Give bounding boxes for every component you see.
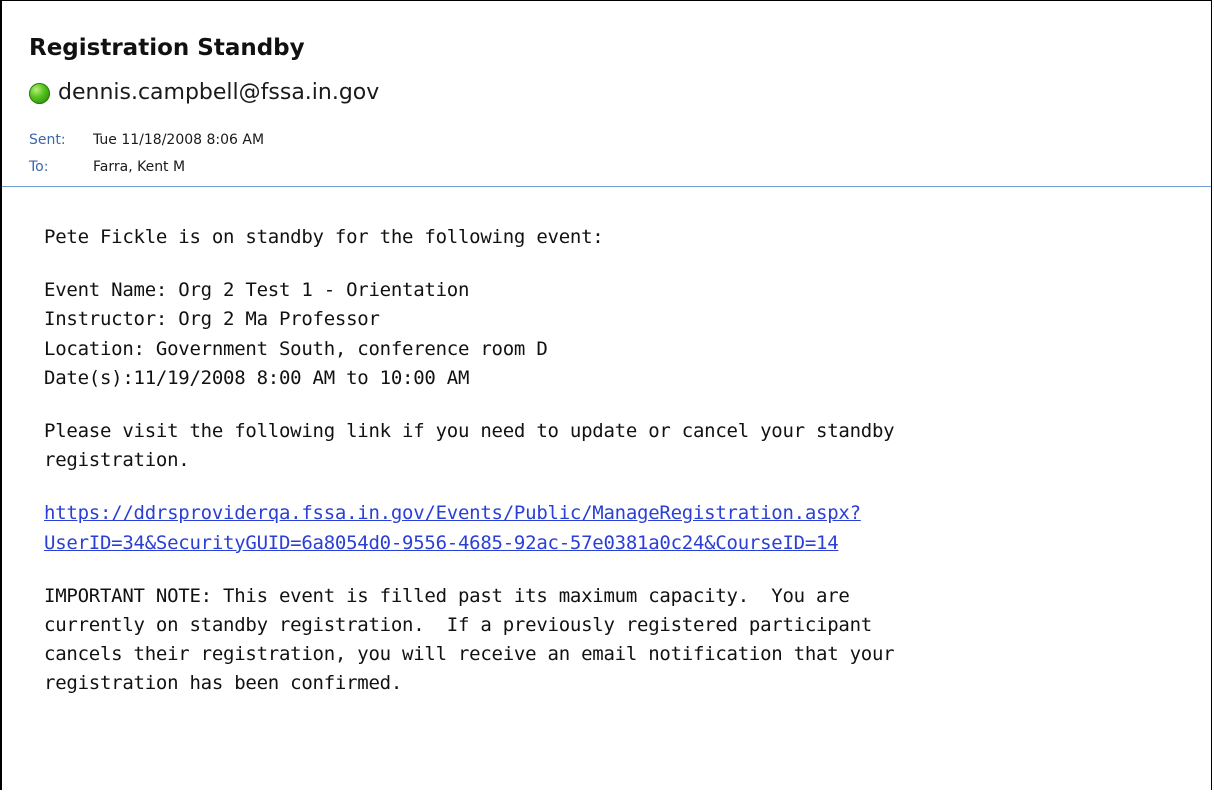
instructor-line: Instructor: Org 2 Ma Professor bbox=[44, 308, 380, 331]
recipient-name[interactable]: Farra, Kent M bbox=[93, 158, 185, 176]
sent-label: Sent: bbox=[29, 132, 66, 148]
to-row: To: Farra, Kent M bbox=[29, 158, 185, 176]
important-note-line: cancels their registration, you will rec… bbox=[44, 643, 895, 666]
sent-row: Sent: Tue 11/18/2008 8:06 AM bbox=[29, 131, 264, 149]
email-header: Registration Standby dennis.campbell@fss… bbox=[2, 1, 1211, 187]
important-note-line: currently on standby registration. If a … bbox=[44, 614, 872, 637]
manage-registration-link[interactable]: https://ddrsproviderqa.fssa.in.gov/Event… bbox=[44, 502, 861, 524]
location-line: Location: Government South, conference r… bbox=[44, 337, 548, 360]
visit-instruction-line: registration. bbox=[44, 449, 190, 472]
presence-status-icon bbox=[29, 82, 50, 104]
to-label: To: bbox=[29, 159, 49, 175]
important-note-line: IMPORTANT NOTE: This event is filled pas… bbox=[44, 584, 850, 607]
event-name-line: Event Name: Org 2 Test 1 - Orientation bbox=[44, 279, 470, 302]
intro-line: Pete Fickle is on standby for the follow… bbox=[44, 226, 604, 248]
sender-address[interactable]: dennis.campbell@fssa.in.gov bbox=[58, 79, 379, 107]
visit-instruction-line: Please visit the following link if you n… bbox=[44, 420, 895, 443]
sender-row: dennis.campbell@fssa.in.gov bbox=[29, 79, 379, 107]
email-reading-pane: Registration Standby dennis.campbell@fss… bbox=[0, 0, 1212, 790]
email-subject: Registration Standby bbox=[29, 35, 305, 61]
important-note-line: registration has been confirmed. bbox=[44, 672, 403, 695]
dates-line: Date(s):11/19/2008 8:00 AM to 10:00 AM bbox=[44, 366, 470, 389]
manage-registration-link[interactable]: UserID=34&SecurityGUID=6a8054d0-9556-468… bbox=[44, 532, 839, 554]
email-body: Pete Fickle is on standby for the follow… bbox=[44, 223, 1194, 699]
sent-value: Tue 11/18/2008 8:06 AM bbox=[93, 132, 265, 148]
